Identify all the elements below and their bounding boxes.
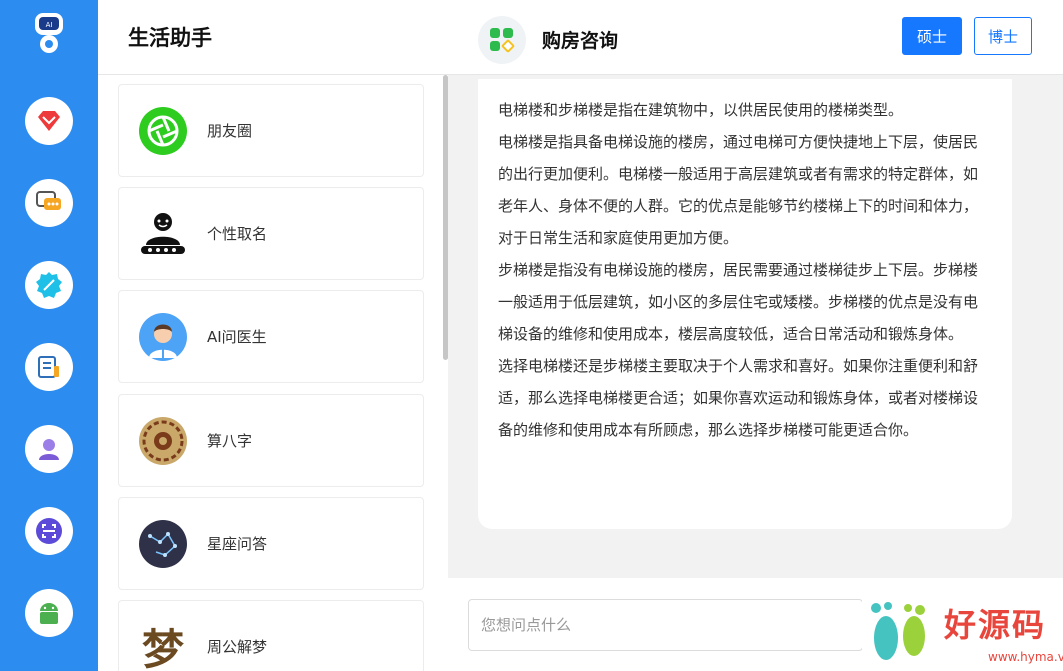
chat-body: 电梯楼和步梯楼是指在建筑物中，以供居民使用的楼梯类型。 电梯楼是指具备电梯设施的… xyxy=(448,75,1063,578)
scan-icon xyxy=(36,518,62,544)
dream-char-glyph: 梦 xyxy=(141,625,184,671)
list-item[interactable]: 个性取名 xyxy=(118,187,424,280)
feather-badge-icon xyxy=(36,272,62,298)
list-item-label: AI问医生 xyxy=(207,328,267,346)
list-item[interactable]: 算八字 xyxy=(118,394,424,487)
list-item[interactable]: 梦 周公解梦 xyxy=(118,600,424,671)
rail-user-button[interactable] xyxy=(25,425,73,473)
message-paragraph: 步梯楼是指没有电梯设施的楼房，居民需要通过楼梯徒步上下层。步梯楼一般适用于低层建… xyxy=(498,261,979,343)
assistant-message: 电梯楼和步梯楼是指在建筑物中，以供居民使用的楼梯类型。 电梯楼是指具备电梯设施的… xyxy=(478,79,1012,529)
naming-person-icon xyxy=(138,209,188,259)
message-paragraph: 电梯楼是指具备电梯设施的楼房，通过电梯可方便快捷地上下层，使居民的出行更加便利。… xyxy=(498,133,979,247)
message-paragraph: 电梯楼和步梯楼是指在建筑物中，以供居民使用的楼梯类型。 xyxy=(498,101,904,119)
list-item-label: 周公解梦 xyxy=(207,638,268,656)
doctor-avatar-icon xyxy=(138,312,188,362)
doctor-model-button[interactable]: 博士 xyxy=(974,17,1032,55)
question-input[interactable] xyxy=(468,599,863,651)
assistant-list: 朋友圈 个性取名 AI问医生 算八字 星座问答 梦 周公解梦 xyxy=(98,75,448,671)
chat-header: 购房咨询 硕士 博士 xyxy=(448,0,1063,75)
rail-android-button[interactable] xyxy=(25,589,73,637)
master-model-button[interactable]: 硕士 xyxy=(902,17,962,55)
list-item[interactable]: 朋友圈 xyxy=(118,84,424,177)
list-item-label: 算八字 xyxy=(207,432,253,450)
list-header: 生活助手 xyxy=(98,0,448,75)
chat-bubbles-icon xyxy=(36,191,61,210)
svg-text:AI: AI xyxy=(46,21,53,29)
list-item-label: 个性取名 xyxy=(207,225,268,243)
robot-logo-icon[interactable]: AI xyxy=(30,10,68,54)
dream-char-icon: 梦 xyxy=(138,622,188,671)
notes-icon xyxy=(38,356,59,378)
message-paragraph: 选择电梯楼还是步梯楼主要取决于个人需求和喜好。如果你注重便利和舒适，那么选择电梯… xyxy=(498,357,979,439)
user-icon xyxy=(39,439,59,460)
footprint-logo-icon xyxy=(871,602,925,660)
left-rail: AI xyxy=(0,0,98,671)
android-icon xyxy=(40,603,58,624)
list-item-label: 星座问答 xyxy=(207,535,268,553)
list-item[interactable]: 星座问答 xyxy=(118,497,424,590)
rail-feather-button[interactable] xyxy=(25,261,73,309)
rail-scan-button[interactable] xyxy=(25,507,73,555)
watermark: 好源码 www.hyma.vip xyxy=(862,596,1063,671)
list-title: 生活助手 xyxy=(128,26,212,50)
chat-title: 购房咨询 xyxy=(542,30,619,52)
bagua-icon xyxy=(138,416,188,466)
list-item-label: 朋友圈 xyxy=(207,122,253,140)
rail-chat-button[interactable] xyxy=(25,179,73,227)
assistant-list-panel: 生活助手 朋友圈 个性取名 AI问医生 算八字 星座问答 梦 周公解梦 xyxy=(98,0,448,671)
app-grid-icon xyxy=(478,16,526,64)
watermark-url: www.hyma.vip xyxy=(988,650,1063,664)
list-item[interactable]: AI问医生 xyxy=(118,290,424,383)
rail-ruby-button[interactable] xyxy=(25,97,73,145)
watermark-text: 好源码 xyxy=(944,606,1047,644)
camera-aperture-icon xyxy=(138,106,188,156)
constellation-icon xyxy=(138,519,188,569)
ruby-icon xyxy=(38,111,60,131)
rail-notes-button[interactable] xyxy=(25,343,73,391)
